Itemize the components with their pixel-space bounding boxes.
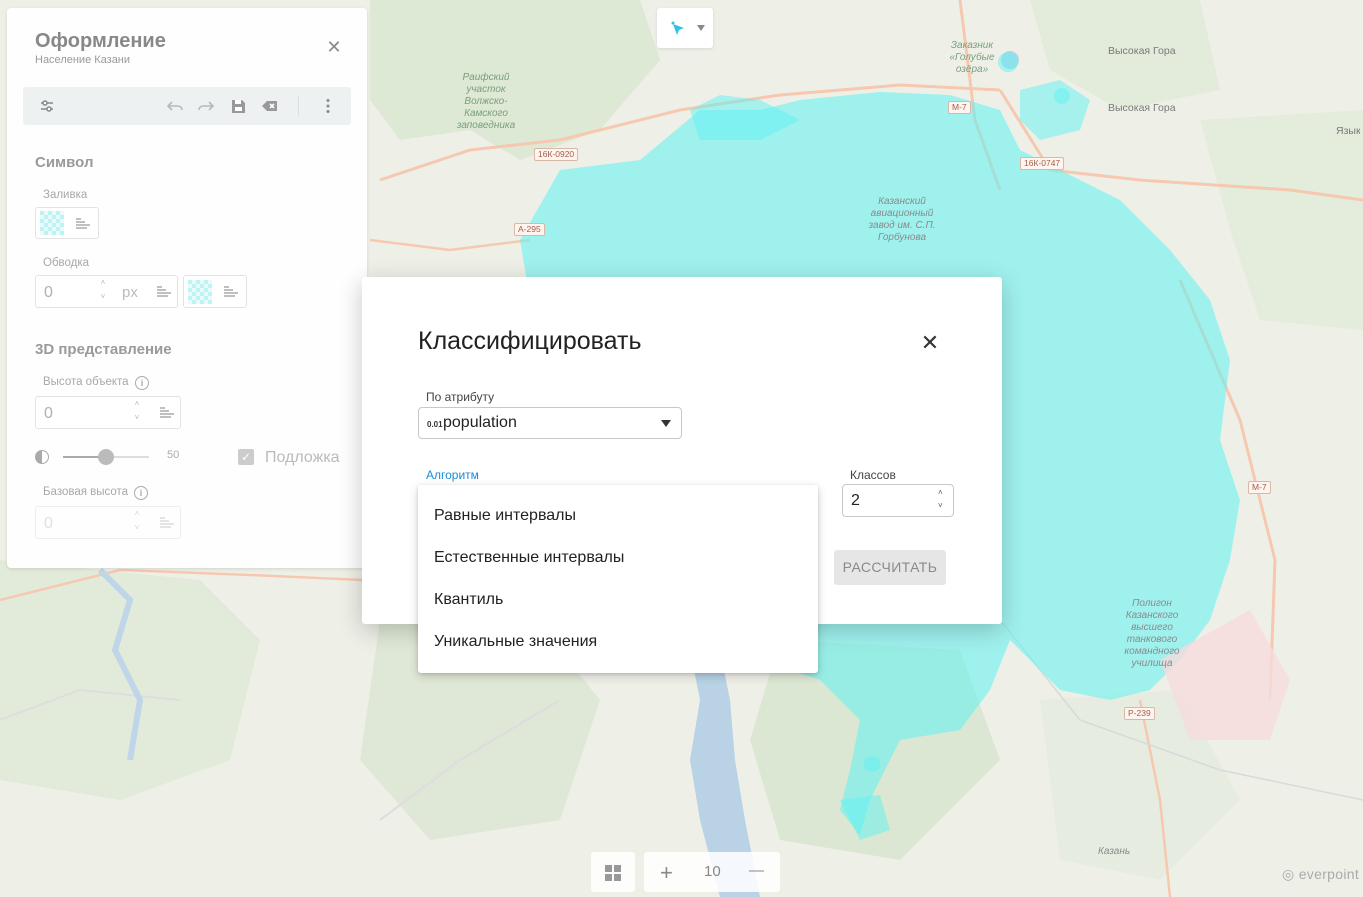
list-icon[interactable] [156, 286, 172, 298]
zoom-in-button[interactable]: + [660, 860, 673, 886]
attribute-select[interactable]: 0.01 population [418, 407, 682, 439]
base-height-field[interactable]: 0 ˄ ˅ [35, 506, 181, 539]
more-vertical-icon[interactable] [319, 97, 337, 115]
underlay-checkbox[interactable]: ✓ [238, 449, 254, 465]
stepper-down-icon[interactable]: ˅ [133, 413, 141, 422]
grid-icon [605, 865, 621, 881]
panel-title: Оформление [35, 30, 166, 52]
stepper-down-icon[interactable]: ˅ [133, 523, 141, 532]
map-label-aviazavod: Казанский авиационный завод им. С.П. Гор… [868, 196, 936, 243]
stroke-color-swatch[interactable] [188, 280, 212, 304]
base-height-label: Базовая высота [43, 486, 129, 498]
height-field[interactable]: 0 ˄ ˅ [35, 396, 181, 429]
fill-color-swatch[interactable] [40, 211, 64, 235]
undo-icon[interactable] [166, 97, 184, 115]
panel-subtitle: Население Казани [35, 54, 131, 66]
stroke-width-value: 0 [44, 284, 53, 301]
stroke-label: Обводка [43, 257, 90, 269]
select-tool-button[interactable] [657, 8, 713, 48]
dialog-title: Классифицировать [418, 327, 642, 355]
toolbar-divider [298, 96, 299, 116]
road-badge: 16К-0747 [1020, 157, 1065, 170]
algorithm-label: Алгоритм [426, 468, 479, 482]
height-value: 0 [44, 405, 53, 422]
close-icon[interactable]: ✕ [920, 332, 940, 354]
map-label-vysokaya-gora-1: Высокая Гора [1108, 45, 1176, 57]
height-label: Высота объекта [43, 376, 129, 388]
option-natural-breaks[interactable]: Естественные интервалы [418, 537, 818, 579]
stepper-up-icon[interactable]: ˄ [938, 488, 943, 497]
opacity-value: 50 [167, 449, 180, 461]
fill-label: Заливка [43, 189, 88, 201]
list-icon[interactable] [159, 517, 175, 529]
symbol-section-title: Символ [35, 154, 94, 171]
style-panel: Оформление Население Казани ✕ Символ Зал… [7, 8, 367, 568]
logo-text: everpoint [1298, 866, 1360, 882]
classes-value: 2 [851, 492, 860, 509]
clear-icon[interactable] [261, 97, 279, 115]
opacity-slider-thumb[interactable] [98, 449, 114, 465]
settings-sliders-icon[interactable] [38, 97, 56, 115]
calculate-button[interactable]: РАССЧИТАТЬ [834, 550, 946, 585]
zoom-out-button[interactable]: — [749, 862, 764, 879]
save-icon[interactable] [229, 97, 247, 115]
map-label-vysokaya-gora-2: Высокая Гора [1108, 102, 1176, 114]
option-equal-intervals[interactable]: Равные интервалы [418, 495, 818, 537]
classes-label: Классов [850, 468, 896, 482]
attribute-value: population [443, 414, 517, 431]
zoom-control: + 10 — [644, 852, 780, 892]
attribute-label: По атрибуту [426, 390, 495, 404]
classes-field[interactable]: 2 ˄ ˅ [842, 484, 954, 517]
chevron-down-icon[interactable] [661, 420, 671, 427]
list-icon[interactable] [159, 407, 175, 419]
stroke-color-control[interactable] [183, 275, 247, 308]
redo-icon[interactable] [197, 97, 215, 115]
stroke-width-field[interactable]: 0 ˄ ˅ px [35, 275, 178, 308]
stepper-up-icon[interactable]: ˄ [99, 278, 107, 287]
road-badge: Р-239 [1124, 707, 1155, 720]
stepper-up-icon[interactable]: ˄ [133, 399, 141, 408]
base-height-value: 0 [44, 515, 53, 532]
panel-toolbar [23, 87, 351, 125]
numeric-type-icon: 0.01 [427, 420, 443, 429]
list-icon[interactable] [223, 286, 239, 298]
map-label-poligon: Полигон Казанского высшего танкового ком… [1124, 598, 1180, 669]
opacity-icon [35, 450, 49, 464]
fill-control[interactable] [35, 207, 99, 239]
map-label-kazan: Казань [1098, 846, 1131, 857]
stepper-down-icon[interactable]: ˅ [938, 501, 943, 510]
map-label-raifa: Раифский участок Волжско-Камского запове… [456, 72, 516, 131]
option-unique-values[interactable]: Уникальные значения [418, 621, 818, 663]
info-icon[interactable]: i [134, 486, 148, 500]
stepper-up-icon[interactable]: ˄ [133, 509, 141, 518]
view3d-section-title: 3D представление [35, 341, 172, 358]
road-badge: А-295 [514, 223, 545, 236]
map-label-yaszyk: Языки [1336, 125, 1360, 137]
road-badge: М-7 [1248, 481, 1271, 494]
road-badge: М-7 [948, 101, 971, 114]
layers-grid-button[interactable] [591, 852, 635, 892]
stepper-down-icon[interactable]: ˅ [99, 292, 107, 301]
map-label-zakaznik: Заказник «Голубые озёра» [949, 40, 995, 75]
close-icon[interactable]: ✕ [325, 38, 343, 56]
underlay-label: Подложка [265, 449, 340, 466]
info-icon[interactable]: i [135, 376, 149, 390]
pointer-icon [671, 21, 684, 35]
list-icon[interactable] [75, 218, 91, 230]
stroke-unit: px [122, 284, 138, 301]
everpoint-logo: ◎ everpoint [1282, 866, 1360, 882]
algorithm-dropdown: Равные интервалы Естественные интервалы … [418, 485, 818, 673]
zoom-level: 10 [704, 863, 721, 880]
road-badge: 16К-0920 [534, 148, 579, 161]
option-quantile[interactable]: Квантиль [418, 579, 818, 621]
chevron-down-icon[interactable] [697, 25, 705, 31]
